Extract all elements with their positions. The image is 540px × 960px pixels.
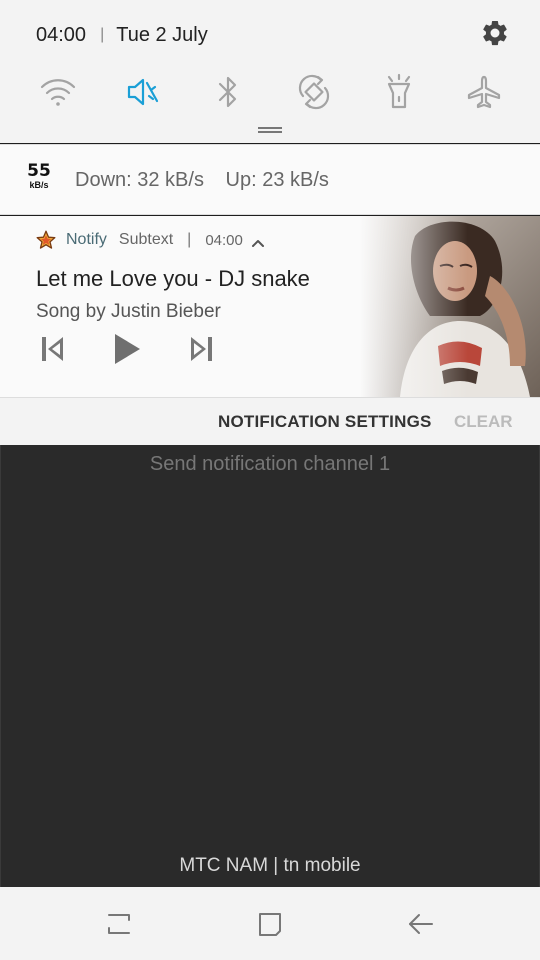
- speed-badge-unit: kB/s: [29, 180, 49, 190]
- clock-time: 04:00: [36, 23, 87, 46]
- home-icon[interactable]: [256, 911, 284, 937]
- chevron-up-icon[interactable]: [251, 235, 265, 247]
- media-notification[interactable]: Notify Subtext | 04:00 Let me Love you -…: [0, 216, 540, 397]
- quick-panel: 04:00 | Tue 2 July: [0, 0, 540, 143]
- quick-settings-row: [36, 68, 506, 116]
- media-notification-header: Notify Subtext | 04:00: [36, 230, 265, 250]
- download-speed: Down: 32 kB/s: [75, 169, 204, 191]
- mute-icon[interactable]: [121, 70, 165, 114]
- notification-settings-button[interactable]: NOTIFICATION SETTINGS: [218, 412, 432, 432]
- speed-badge: 55 kB/s: [24, 163, 54, 190]
- clock-date[interactable]: Tue 2 July: [116, 24, 208, 47]
- network-speed-notification[interactable]: 55 kB/s Down: 32 kB/s Up: 23 kB/s: [0, 144, 540, 215]
- speed-text: Down: 32 kB/s Up: 23 kB/s: [75, 169, 329, 192]
- status-separator: |: [100, 26, 105, 43]
- rotate-icon[interactable]: [292, 70, 336, 114]
- upload-speed: Up: 23 kB/s: [225, 169, 329, 191]
- wifi-icon[interactable]: [36, 70, 80, 114]
- status-row: 04:00 | Tue 2 July: [36, 22, 510, 48]
- recent-apps-icon[interactable]: [105, 911, 133, 937]
- notification-time: 04:00: [205, 231, 243, 249]
- notification-actions-bar: NOTIFICATION SETTINGS CLEAR: [0, 397, 540, 445]
- media-title: Let me Love you - DJ snake: [36, 266, 310, 291]
- navigation-bar: [0, 887, 540, 960]
- carrier-label: MTC NAM | tn mobile: [179, 855, 361, 876]
- send-notification-channel-button[interactable]: Send notification channel 1: [1, 453, 539, 476]
- media-artist: Song by Justin Bieber: [36, 301, 221, 322]
- flashlight-icon[interactable]: [377, 70, 421, 114]
- album-art-image: [360, 216, 540, 397]
- skip-previous-icon[interactable]: [36, 332, 70, 366]
- panel-drag-handle[interactable]: [258, 127, 282, 133]
- header-separator: |: [187, 231, 192, 248]
- bluetooth-icon[interactable]: [206, 70, 250, 114]
- back-icon[interactable]: [407, 911, 435, 937]
- skip-next-icon[interactable]: [184, 332, 218, 366]
- notification-subtext: Subtext: [118, 231, 174, 248]
- speed-badge-value: 55: [27, 161, 51, 181]
- clear-button[interactable]: CLEAR: [454, 412, 513, 432]
- play-icon[interactable]: [110, 332, 144, 366]
- background-app-area: Send notification channel 1 MTC NAM | tn…: [0, 445, 540, 887]
- app-name: Notify: [66, 231, 107, 248]
- media-controls: [36, 332, 218, 366]
- settings-gear-icon[interactable]: [480, 18, 510, 48]
- airplane-icon[interactable]: [462, 70, 506, 114]
- star-app-icon: [36, 230, 56, 250]
